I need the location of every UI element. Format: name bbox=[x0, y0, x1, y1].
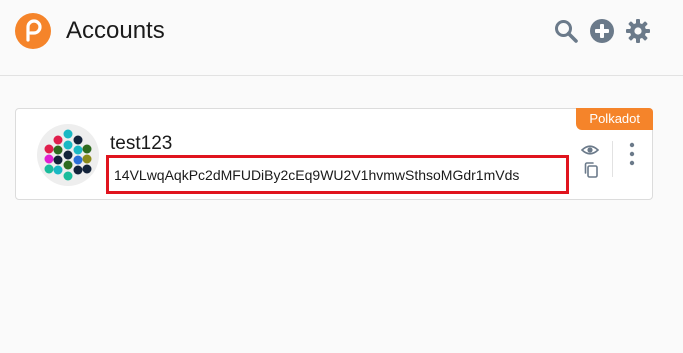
polkadot-logo-icon bbox=[15, 13, 51, 49]
more-options-icon[interactable] bbox=[625, 141, 639, 169]
search-icon[interactable] bbox=[553, 18, 579, 44]
account-identicon-avatar bbox=[37, 124, 99, 186]
account-card: test123 14VLwqAqkPc2dMFUDiBy2cEq9WU2V1hv… bbox=[15, 108, 653, 200]
account-name: test123 bbox=[110, 133, 173, 154]
network-badge: Polkadot bbox=[576, 108, 653, 130]
copy-icon[interactable] bbox=[582, 161, 600, 179]
account-address-highlight: 14VLwqAqkPc2dMFUDiBy2cEq9WU2V1hvmwSthsoM… bbox=[106, 155, 569, 194]
eye-icon[interactable] bbox=[581, 141, 599, 159]
add-account-icon[interactable] bbox=[589, 18, 615, 44]
settings-gear-icon[interactable] bbox=[625, 18, 651, 44]
page-title: Accounts bbox=[66, 17, 165, 44]
card-divider bbox=[612, 141, 613, 177]
account-address[interactable]: 14VLwqAqkPc2dMFUDiBy2cEq9WU2V1hvmwSthsoM… bbox=[114, 167, 519, 183]
header: Accounts bbox=[0, 0, 683, 76]
